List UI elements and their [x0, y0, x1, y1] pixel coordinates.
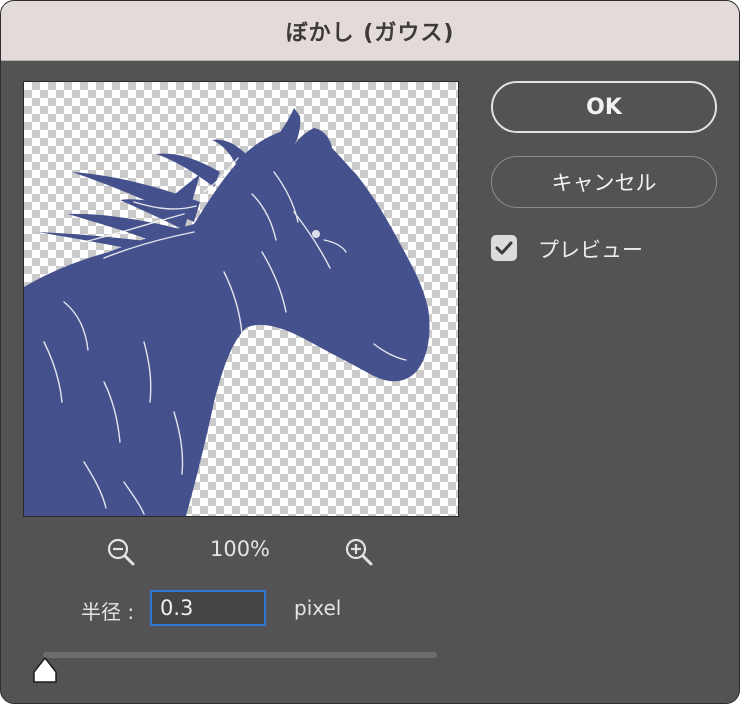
title-bar[interactable]: ぼかし (ガウス)	[1, 1, 739, 61]
dialog-title: ぼかし (ガウス)	[285, 21, 455, 46]
radius-input[interactable]	[150, 590, 266, 626]
zoom-out-icon[interactable]	[106, 537, 136, 567]
gaussian-blur-dialog: ぼかし (ガウス) 100% 半径: 0.3 pixel OK キャンセル プ…	[0, 0, 740, 704]
radius-slider-thumb[interactable]	[32, 656, 58, 684]
radius-label: 半径 :	[81, 600, 135, 624]
zoom-in-icon[interactable]	[344, 537, 374, 567]
zoom-controls: 100%	[23, 533, 457, 569]
ok-button[interactable]: OK	[491, 81, 717, 133]
radius-slider-track[interactable]	[43, 652, 437, 658]
horse-silhouette	[24, 108, 430, 516]
preview-checkbox[interactable]	[491, 235, 517, 261]
cancel-button[interactable]: キャンセル	[491, 156, 717, 208]
preview-label[interactable]: プレビュー	[538, 234, 643, 264]
checkmark-icon	[495, 241, 513, 255]
preview-canvas[interactable]	[23, 81, 459, 517]
zoom-level: 100%	[209, 537, 271, 561]
radius-unit: pixel	[294, 596, 342, 620]
